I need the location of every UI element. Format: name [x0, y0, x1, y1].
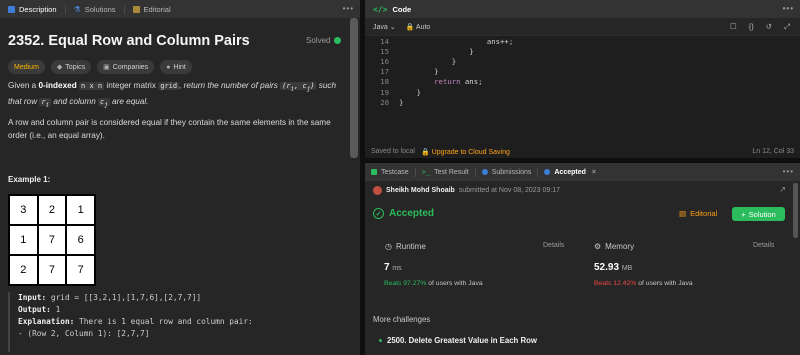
- memory-label: ⚙ Memory: [594, 242, 635, 251]
- description-tabs: Description ⚗ Solutions Editorial •••: [0, 0, 360, 18]
- bookmark-icon[interactable]: ☐: [730, 22, 737, 32]
- book-icon: ▤: [679, 209, 687, 218]
- runtime-details-link[interactable]: Details: [543, 242, 564, 249]
- editorial-button[interactable]: ▤ Editorial: [679, 209, 717, 218]
- lock-icon: ▣: [103, 64, 110, 71]
- memory-details-link[interactable]: Details: [753, 242, 774, 249]
- code-tools: ☐ {} ↺ ⤢: [730, 22, 790, 32]
- memory-chip-icon: ⚙: [594, 242, 602, 251]
- lightbulb-icon: ●: [166, 63, 171, 71]
- problem-definition: A row and column pair is considered equa…: [8, 118, 331, 140]
- tab-solutions[interactable]: ⚗ Solutions: [66, 0, 124, 18]
- braces-icon[interactable]: {}: [749, 22, 754, 32]
- problem-statement: Given a 0-indexed n x n integer matrix g…: [8, 81, 337, 109]
- more-options-icon[interactable]: •••: [343, 4, 354, 13]
- memory-beats: Beats 12.42% of users with Java: [594, 280, 693, 287]
- check-circle-icon: [544, 169, 551, 175]
- runtime-value: 7 ms: [384, 262, 402, 273]
- topics-chip[interactable]: ◆ Topics: [50, 60, 92, 74]
- code-line: 18 return ans;: [380, 77, 483, 87]
- code-header: </> Code •••: [365, 0, 800, 18]
- description-panel: Description ⚗ Solutions Editorial ••• 23…: [0, 0, 360, 355]
- flask-icon: ⚗: [73, 4, 81, 14]
- lock-icon: 🔒: [405, 23, 415, 31]
- accepted-status: ✓ Accepted: [373, 208, 434, 219]
- document-icon: [8, 5, 15, 13]
- chevron-down-icon: ⌄: [389, 23, 396, 31]
- code-panel: </> Code ••• Java ⌄ 🔒 Auto ☐ {} ↺ ⤢ 14 a…: [365, 0, 800, 158]
- code-footer: Saved to local 🔒 Upgrade to Cloud Saving…: [371, 148, 794, 156]
- history-icon: [481, 169, 488, 175]
- tab-accepted[interactable]: Accepted ×: [538, 169, 602, 176]
- upgrade-link[interactable]: 🔒 Upgrade to Cloud Saving: [421, 148, 510, 156]
- description-scrollbar[interactable]: [350, 18, 358, 158]
- grid-cell: 1: [66, 195, 95, 225]
- problem-chips: Medium ◆ Topics ▣ Companies ● Hint: [8, 60, 192, 74]
- tab-test-result[interactable]: >_ Test Result: [416, 168, 475, 176]
- difficulty-dot-icon: [379, 339, 382, 342]
- example-title: Example 1:: [8, 175, 51, 184]
- lock-icon: 🔒: [420, 148, 430, 156]
- code-icon: </>: [373, 4, 388, 14]
- auto-toggle[interactable]: 🔒 Auto: [406, 23, 431, 31]
- problem-title: 2352. Equal Row and Column Pairs: [8, 33, 250, 49]
- more-options-icon[interactable]: •••: [783, 167, 794, 176]
- memory-value: 52.93 MB: [594, 262, 633, 273]
- code-line: 14 ans++;: [380, 36, 514, 46]
- solved-check-icon: [334, 37, 342, 44]
- code-line: 17 }: [380, 67, 439, 77]
- result-scrollbar[interactable]: [793, 183, 798, 238]
- more-options-icon[interactable]: •••: [783, 4, 794, 13]
- code-editor[interactable]: 14 ans++; 15 } 16 } 17 } 18 return ans; …: [365, 36, 800, 107]
- grid-cell: 2: [9, 255, 38, 285]
- checkbox-icon: [371, 169, 377, 175]
- terminal-icon: >_: [421, 168, 431, 176]
- language-select[interactable]: Java ⌄: [373, 23, 396, 31]
- check-circle-icon: ✓: [373, 208, 384, 219]
- leetcode-workspace: Description ⚗ Solutions Editorial ••• 23…: [0, 0, 800, 355]
- tab-description[interactable]: Description: [0, 0, 65, 18]
- cursor-position: Ln 12, Col 33: [752, 148, 794, 155]
- reset-icon[interactable]: ↺: [766, 22, 772, 32]
- clock-icon: ◷: [385, 242, 392, 251]
- grid-cell: 6: [66, 225, 95, 255]
- solution-button[interactable]: + Solution: [732, 207, 785, 221]
- grid-cell: 7: [37, 255, 67, 285]
- solved-status: Solved: [306, 36, 342, 45]
- difficulty-badge[interactable]: Medium: [8, 60, 45, 74]
- more-challenges-heading: More challenges: [373, 315, 431, 324]
- plus-icon: +: [741, 209, 746, 219]
- grid-cell: 7: [37, 225, 67, 255]
- grid-cell: 3: [9, 195, 38, 225]
- tab-testcase[interactable]: Testcase: [365, 169, 415, 176]
- grid-cell: 7: [66, 255, 95, 285]
- example-block: Input: grid = [[3,2,1],[1,7,6],[2,7,7]] …: [8, 292, 350, 352]
- expand-icon[interactable]: ⤢: [784, 22, 790, 32]
- code-line: 15 }: [380, 46, 474, 56]
- grid-cell: 2: [37, 195, 67, 225]
- example-grid-image: 3 2 1 1 7 6 2 7 7: [8, 194, 96, 286]
- tab-submissions[interactable]: Submissions: [476, 169, 538, 176]
- book-icon: [132, 5, 140, 13]
- result-panel: Testcase >_ Test Result Submissions Acce…: [365, 163, 800, 355]
- tag-icon: ◆: [56, 64, 63, 71]
- result-tabs: Testcase >_ Test Result Submissions Acce…: [365, 163, 800, 181]
- close-icon[interactable]: ×: [592, 169, 596, 176]
- grid-cell: 1: [9, 225, 38, 255]
- runtime-label: ◷ Runtime: [385, 242, 426, 251]
- code-line: 19 }: [380, 87, 421, 97]
- challenge-link[interactable]: 2500. Delete Greatest Value in Each Row: [379, 336, 537, 345]
- companies-chip[interactable]: ▣ Companies: [97, 60, 155, 74]
- code-line: 16 }: [380, 56, 457, 66]
- submission-author: Sheikh Mohd Shoaib submitted at Nov 08, …: [373, 186, 560, 195]
- runtime-beats: Beats 97.27% of users with Java: [384, 280, 483, 287]
- hint-chip[interactable]: ● Hint: [160, 60, 192, 74]
- code-line: 20}: [380, 97, 404, 107]
- share-icon[interactable]: ↗: [779, 185, 786, 194]
- tab-editorial[interactable]: Editorial: [125, 0, 179, 18]
- avatar[interactable]: [373, 186, 382, 195]
